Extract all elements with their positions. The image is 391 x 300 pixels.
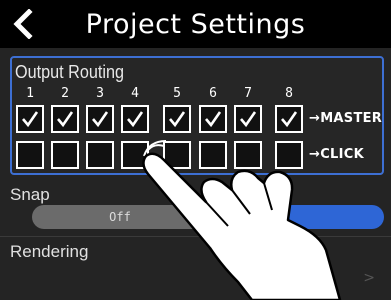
click-checkbox-3[interactable]	[86, 141, 114, 169]
master-checkbox-2[interactable]	[51, 105, 79, 133]
channel-number: 5	[173, 86, 181, 101]
master-row-label: →MASTER	[309, 111, 383, 126]
click-checkbox-4[interactable]	[121, 141, 149, 169]
click-row-label: →CLICK	[309, 147, 364, 162]
checkmark-icon	[22, 111, 39, 128]
chevron-right-icon: >	[363, 270, 375, 286]
master-checkbox-1[interactable]	[16, 105, 44, 133]
snap-label: Snap	[10, 185, 50, 204]
checkmark-icon	[169, 111, 186, 128]
master-checkbox-4[interactable]	[121, 105, 149, 133]
click-checkbox-5[interactable]	[163, 141, 191, 169]
channel-number: 7	[244, 86, 252, 101]
click-checkbox-7[interactable]	[234, 141, 262, 169]
checkmark-icon	[240, 111, 257, 128]
checkmark-icon	[127, 111, 144, 128]
divider	[0, 236, 391, 237]
master-checkbox-5[interactable]	[163, 105, 191, 133]
click-checkbox-8[interactable]	[275, 141, 303, 169]
channel-number: 8	[285, 86, 293, 101]
master-checkbox-3[interactable]	[86, 105, 114, 133]
snap-off-option[interactable]: Off	[32, 205, 208, 229]
channel-number: 2	[61, 86, 69, 101]
master-checkbox-7[interactable]	[234, 105, 262, 133]
output-routing-label: Output Routing	[15, 62, 124, 82]
checkmark-icon	[281, 111, 298, 128]
channel-number: 3	[96, 86, 104, 101]
click-checkbox-6[interactable]	[199, 141, 227, 169]
channel-number: 6	[209, 86, 217, 101]
snap-toggle[interactable]: Off	[32, 205, 384, 229]
channel-number: 1	[26, 86, 34, 101]
click-checkbox-1[interactable]	[16, 141, 44, 169]
channel-number: 4	[131, 86, 139, 101]
checkmark-icon	[205, 111, 222, 128]
master-checkbox-6[interactable]	[199, 105, 227, 133]
master-checkbox-8[interactable]	[275, 105, 303, 133]
checkmark-icon	[92, 111, 109, 128]
snap-on-option[interactable]	[208, 205, 384, 229]
page-title: Project Settings	[85, 9, 306, 40]
click-checkbox-2[interactable]	[51, 141, 79, 169]
header-bar: Project Settings	[0, 0, 391, 48]
checkmark-icon	[57, 111, 74, 128]
rendering-label[interactable]: Rendering	[10, 242, 88, 262]
